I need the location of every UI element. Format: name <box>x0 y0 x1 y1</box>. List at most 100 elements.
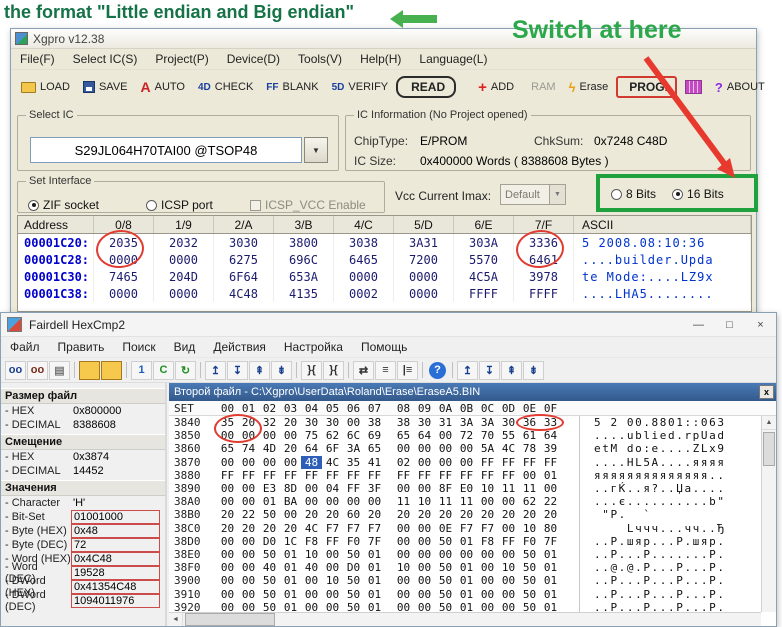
buffer-word[interactable]: 3A31 <box>394 234 454 251</box>
hex-byte[interactable]: 50 <box>519 561 540 574</box>
hex-byte[interactable]: 00 <box>322 495 343 508</box>
hex-byte[interactable]: 31 <box>435 416 456 429</box>
hex-byte[interactable]: 00 <box>414 588 435 601</box>
hex-byte[interactable]: 10 <box>414 495 435 508</box>
hexcmp-titlebar[interactable]: Fairdell HexCmp2 — □ × <box>1 313 776 337</box>
hex-byte[interactable]: 50 <box>519 548 540 561</box>
xgpro-menu-item-1[interactable]: Select IC(S) <box>64 50 147 68</box>
hex-byte[interactable]: 50 <box>435 561 456 574</box>
xgpro-menu-item-0[interactable]: File(F) <box>11 50 64 68</box>
hex-byte[interactable]: 01 <box>456 588 477 601</box>
hex-byte[interactable]: 30 <box>301 416 322 429</box>
hex-byte[interactable]: 3A <box>456 416 477 429</box>
hex-byte[interactable]: 48 <box>301 456 322 469</box>
first-diff-icon[interactable]: ↥ <box>205 361 226 380</box>
hex-byte[interactable]: 01 <box>540 561 561 574</box>
open-first-file-icon[interactable] <box>79 361 100 380</box>
auto-button[interactable]: AAUTO <box>136 77 190 97</box>
read-button[interactable]: READ <box>396 76 456 98</box>
hexcmp-menu-item-3[interactable]: Вид <box>165 338 205 356</box>
hex-byte[interactable]: 22 <box>238 508 259 521</box>
horizontal-scrollbar[interactable]: ◄ <box>169 612 761 626</box>
buffer-word[interactable]: 0000 <box>394 285 454 302</box>
hex-byte[interactable]: 00 <box>393 522 414 535</box>
load-button[interactable]: LOAD <box>16 79 75 95</box>
goto-last-icon[interactable]: ⇟ <box>523 361 544 380</box>
chip-button[interactable] <box>680 78 707 96</box>
hex-byte[interactable]: 01 <box>280 601 301 612</box>
hex-byte[interactable]: 00 <box>238 548 259 561</box>
hex-byte[interactable]: 00 <box>414 574 435 587</box>
hex-byte[interactable]: 00 <box>498 601 519 612</box>
hex-byte[interactable]: 01 <box>259 495 280 508</box>
hex-byte[interactable]: 01 <box>540 601 561 612</box>
hex-byte[interactable]: 20 <box>280 416 301 429</box>
hex-byte[interactable]: 50 <box>519 588 540 601</box>
hex-byte[interactable]: 11 <box>519 482 540 495</box>
hex-byte[interactable]: 20 <box>393 508 414 521</box>
hex-byte[interactable]: 00 <box>217 429 238 442</box>
hex-byte[interactable]: 01 <box>364 601 385 612</box>
vcc-imax-select[interactable]: Default ▼ <box>500 184 566 205</box>
hex-byte[interactable]: 00 <box>280 508 301 521</box>
hex-byte[interactable]: 00 <box>435 456 456 469</box>
hex-byte[interactable]: 3A <box>343 442 364 455</box>
hex-byte[interactable]: FF <box>456 469 477 482</box>
hex-byte[interactable]: 00 <box>301 482 322 495</box>
hex-byte[interactable]: 20 <box>238 522 259 535</box>
hex-byte[interactable]: 0E <box>435 522 456 535</box>
hex-byte[interactable]: FF <box>435 469 456 482</box>
hex-byte[interactable]: 00 <box>238 456 259 469</box>
hex-byte[interactable]: 50 <box>343 548 364 561</box>
hex-byte[interactable]: 20 <box>217 522 238 535</box>
hex-byte[interactable]: FF <box>498 456 519 469</box>
hex-byte[interactable]: 11 <box>435 495 456 508</box>
buffer-word[interactable]: FFFF <box>454 285 514 302</box>
hex-byte[interactable]: 20 <box>280 522 301 535</box>
hex-byte[interactable]: 36 <box>519 416 540 429</box>
hex-byte[interactable]: F7 <box>456 522 477 535</box>
file-close-button[interactable]: x <box>759 385 774 399</box>
hex-byte[interactable]: 50 <box>259 588 280 601</box>
buffer-word[interactable]: 3800 <box>274 234 334 251</box>
hex-byte[interactable]: FF <box>217 469 238 482</box>
hex-byte[interactable]: 00 <box>217 561 238 574</box>
hex-byte[interactable]: 11 <box>498 482 519 495</box>
xgpro-menu-item-2[interactable]: Project(P) <box>146 50 217 68</box>
hex-byte[interactable]: 30 <box>414 416 435 429</box>
hexcmp-hex-rows[interactable]: 384035203220303000383830313A3A3036335 2 … <box>169 416 761 612</box>
hex-byte[interactable]: 01 <box>456 561 477 574</box>
hex-byte[interactable]: 02 <box>393 456 414 469</box>
hex-byte[interactable]: 01 <box>364 588 385 601</box>
hex-byte[interactable]: 00 <box>498 588 519 601</box>
hex-byte[interactable]: 00 <box>301 588 322 601</box>
hex-byte[interactable]: 30 <box>498 416 519 429</box>
hex-byte[interactable]: 00 <box>477 588 498 601</box>
buffer-word[interactable]: 3978 <box>514 268 574 285</box>
hex-byte[interactable]: 00 <box>217 548 238 561</box>
hex-byte[interactable]: 50 <box>259 574 280 587</box>
hex-byte[interactable]: 1C <box>280 535 301 548</box>
hex-byte[interactable]: 00 <box>238 601 259 612</box>
hex-byte[interactable]: F7 <box>364 522 385 535</box>
hex-byte[interactable]: 01 <box>540 588 561 601</box>
hex-byte[interactable]: 10 <box>498 561 519 574</box>
hex-byte[interactable]: 10 <box>393 561 414 574</box>
hex-byte[interactable]: 35 <box>343 456 364 469</box>
hex-byte[interactable]: 20 <box>364 508 385 521</box>
hex-byte[interactable]: 00 <box>477 561 498 574</box>
blank-button[interactable]: FFBLANK <box>261 79 323 95</box>
swap-files-icon[interactable]: ⇄ <box>353 361 374 380</box>
hex-byte[interactable]: 00 <box>217 495 238 508</box>
next-diff-icon[interactable]: ⇞ <box>249 361 270 380</box>
buffer-word[interactable]: 0000 <box>394 268 454 285</box>
goto-next-icon[interactable]: ⇞ <box>501 361 522 380</box>
hex-byte[interactable]: D0 <box>343 561 364 574</box>
hex-byte[interactable]: 20 <box>280 442 301 455</box>
hex-byte[interactable]: 00 <box>280 429 301 442</box>
xgpro-menu-item-6[interactable]: Language(L) <box>410 50 496 68</box>
find-next-icon[interactable]: oo <box>27 361 48 380</box>
hex-byte[interactable]: 60 <box>343 508 364 521</box>
hex-byte[interactable]: 00 <box>456 442 477 455</box>
minimize-button[interactable]: — <box>683 313 714 336</box>
